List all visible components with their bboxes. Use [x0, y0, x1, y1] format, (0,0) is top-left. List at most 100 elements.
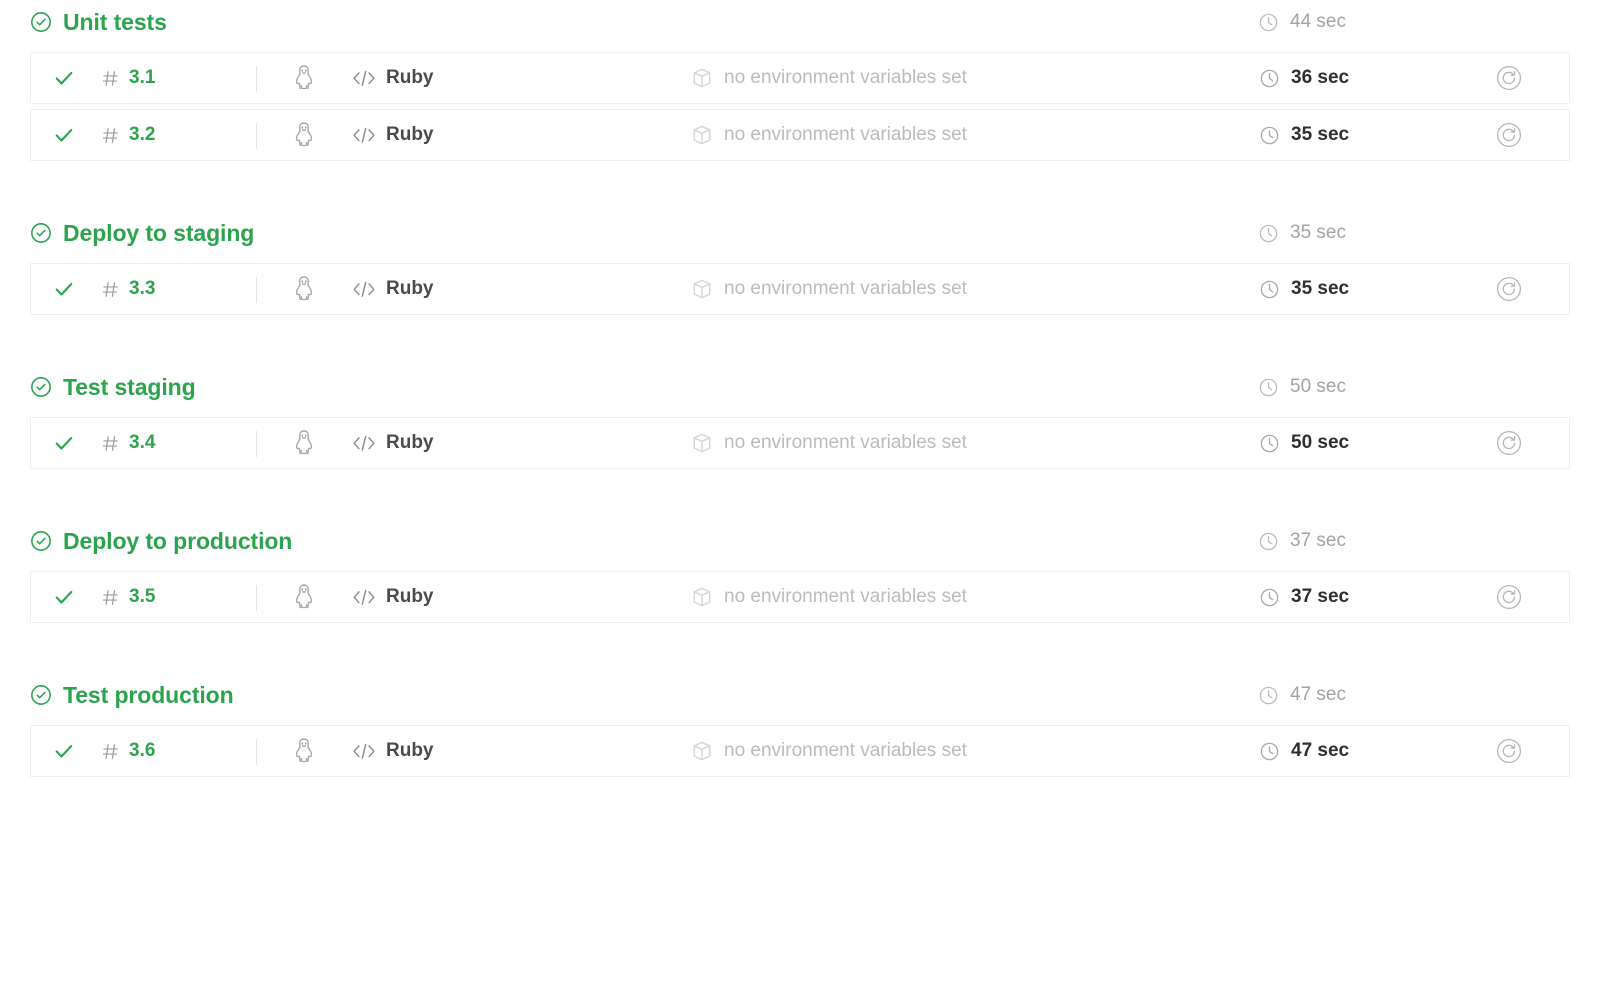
pipeline-stage-list: Unit tests 44 sec 3.1 Ruby no environment va…: [0, 0, 1600, 777]
job-environment: no environment variables set: [724, 124, 967, 145]
row-divider: [256, 431, 257, 457]
job-number: 3.2: [129, 124, 156, 145]
job-duration-text: 37 sec: [1291, 586, 1350, 607]
job-environment: no environment variables set: [724, 432, 967, 453]
linux-penguin-icon: [289, 582, 319, 612]
linux-penguin-icon: [289, 428, 319, 458]
job-duration-group: 35 sec: [1259, 278, 1349, 300]
clock-icon: [1259, 587, 1280, 608]
code-brackets-icon: [351, 280, 377, 298]
job-number: 3.6: [129, 740, 156, 761]
code-brackets-icon: [351, 126, 377, 144]
hash-icon: [101, 588, 120, 607]
clock-icon: [1258, 12, 1279, 33]
retry-icon: [1496, 276, 1522, 302]
cube-icon: [691, 586, 713, 608]
job-duration-group: 50 sec: [1259, 432, 1349, 454]
retry-icon: [1496, 584, 1522, 610]
stage-duration: 37 sec: [1258, 530, 1346, 552]
stage-duration: 50 sec: [1258, 376, 1346, 398]
code-brackets-icon: [351, 742, 377, 760]
job-row[interactable]: 3.5 Ruby no environment variables set 37 se…: [30, 571, 1570, 623]
job-row[interactable]: 3.3 Ruby no environment variables set 35 se…: [30, 263, 1570, 315]
retry-icon: [1496, 65, 1522, 91]
job-language: Ruby: [386, 432, 434, 453]
job-number-group: 3.3: [101, 278, 155, 300]
stage-header: Deploy to production 37 sec: [0, 519, 1600, 563]
hash-icon: [101, 126, 120, 145]
pipeline-stage: Deploy to staging 35 sec 3.3 Ruby no environ…: [0, 211, 1600, 315]
pipeline-stage: Deploy to production 37 sec 3.5 Ruby no envi…: [0, 519, 1600, 623]
job-language: Ruby: [386, 586, 434, 607]
job-environment-group: no environment variables set: [691, 586, 967, 608]
clock-icon: [1259, 125, 1280, 146]
job-environment: no environment variables set: [724, 278, 967, 299]
row-divider: [256, 123, 257, 149]
clock-icon: [1259, 68, 1280, 89]
job-language: Ruby: [386, 278, 434, 299]
stage-spacer: [0, 166, 1600, 211]
stage-spacer: [0, 474, 1600, 519]
job-environment-group: no environment variables set: [691, 432, 967, 454]
hash-icon: [101, 434, 120, 453]
linux-penguin-icon: [289, 63, 319, 93]
job-language: Ruby: [386, 740, 434, 761]
job-number-group: 3.6: [101, 740, 155, 762]
code-brackets-icon: [351, 588, 377, 606]
job-row[interactable]: 3.4 Ruby no environment variables set 50 se…: [30, 417, 1570, 469]
job-environment-group: no environment variables set: [691, 278, 967, 300]
job-environment: no environment variables set: [724, 67, 967, 88]
check-circle-icon: [30, 684, 52, 706]
cube-icon: [691, 278, 713, 300]
hash-icon: [101, 69, 120, 88]
linux-penguin-icon: [289, 120, 319, 150]
hash-icon: [101, 280, 120, 299]
job-language-group: Ruby: [351, 67, 434, 89]
cube-icon: [691, 67, 713, 89]
job-language-group: Ruby: [351, 124, 434, 146]
stage-spacer: [0, 628, 1600, 673]
stage-duration-text: 35 sec: [1290, 222, 1346, 243]
job-duration-text: 47 sec: [1291, 740, 1350, 761]
job-row[interactable]: 3.2 Ruby no environment variables set 35 se…: [30, 109, 1570, 161]
clock-icon: [1259, 433, 1280, 454]
pipeline-stage: Test production 47 sec 3.6 Ruby no environme…: [0, 673, 1600, 777]
stage-duration-text: 47 sec: [1290, 684, 1346, 705]
job-language-group: Ruby: [351, 278, 434, 300]
job-duration-text: 35 sec: [1291, 124, 1350, 145]
pipeline-stage: Unit tests 44 sec 3.1 Ruby no environment va…: [0, 0, 1600, 161]
row-divider: [256, 585, 257, 611]
stage-spacer: [0, 320, 1600, 365]
job-row[interactable]: 3.6 Ruby no environment variables set 47 se…: [30, 725, 1570, 777]
job-duration-group: 35 sec: [1259, 124, 1349, 146]
stage-jobs: 3.1 Ruby no environment variables set 36 se…: [0, 52, 1600, 161]
job-language: Ruby: [386, 124, 434, 145]
stage-title: Unit tests: [63, 8, 167, 35]
job-environment-group: no environment variables set: [691, 124, 967, 146]
job-number-group: 3.4: [101, 432, 155, 454]
stage-jobs: 3.5 Ruby no environment variables set 37 se…: [0, 571, 1600, 623]
stage-jobs: 3.6 Ruby no environment variables set 47 se…: [0, 725, 1600, 777]
clock-icon: [1258, 531, 1279, 552]
job-duration-text: 35 sec: [1291, 278, 1350, 299]
job-duration-text: 50 sec: [1291, 432, 1350, 453]
check-circle-icon: [30, 376, 52, 398]
row-divider: [256, 277, 257, 303]
stage-jobs: 3.4 Ruby no environment variables set 50 se…: [0, 417, 1600, 469]
job-number: 3.1: [129, 67, 156, 88]
job-number: 3.4: [129, 432, 156, 453]
job-row[interactable]: 3.1 Ruby no environment variables set 36 se…: [30, 52, 1570, 104]
stage-duration: 47 sec: [1258, 684, 1346, 706]
job-duration-text: 36 sec: [1291, 67, 1350, 88]
row-divider: [256, 739, 257, 765]
cube-icon: [691, 432, 713, 454]
stage-header: Test staging 50 sec: [0, 365, 1600, 409]
job-number: 3.3: [129, 278, 156, 299]
check-circle-icon: [30, 530, 52, 552]
check-icon: [53, 432, 75, 454]
job-number: 3.5: [129, 586, 156, 607]
linux-penguin-icon: [289, 274, 319, 304]
cube-icon: [691, 740, 713, 762]
row-divider: [256, 66, 257, 92]
job-environment-group: no environment variables set: [691, 67, 967, 89]
